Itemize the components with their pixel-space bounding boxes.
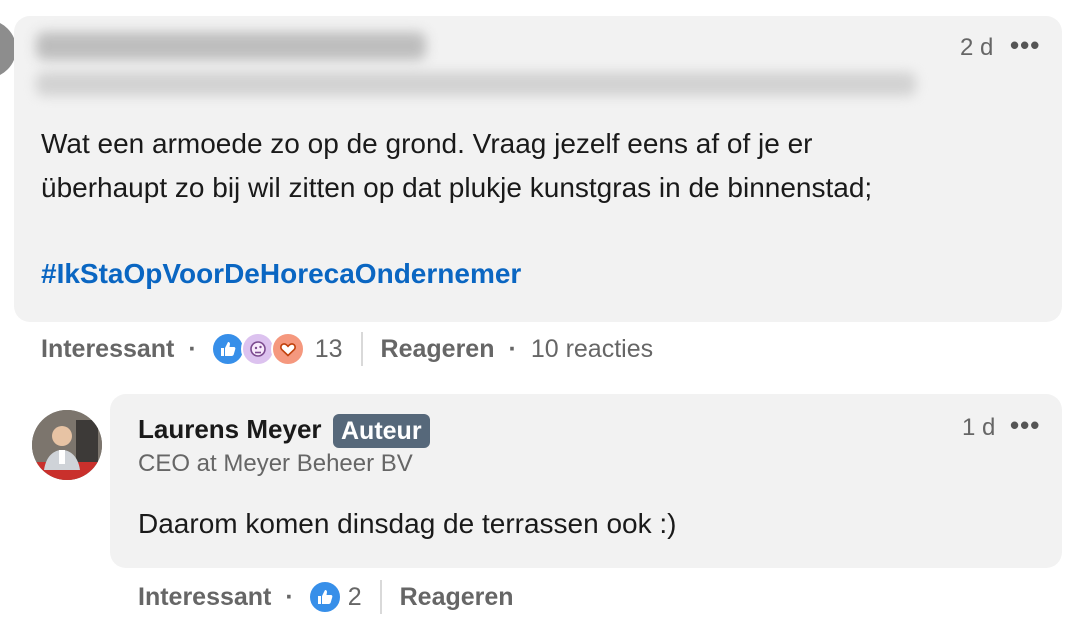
reply-timestamp: 1 d: [962, 414, 996, 441]
action-divider: [360, 332, 363, 366]
love-reaction-icon: [270, 332, 305, 366]
comment-text-line-2: überhaupt zo bij wil zitten op dat plukj…: [41, 172, 873, 203]
comment-action-bar: Interessant · 13 Reageren · 10 reacties: [41, 329, 653, 369]
separator-dot: ·: [508, 334, 517, 363]
reaction-count[interactable]: 13: [315, 335, 343, 364]
author-headline: CEO at Meyer Beheer BV: [138, 450, 413, 477]
author-name-link[interactable]: Laurens Meyer: [138, 414, 322, 445]
separator-dot: ·: [285, 582, 294, 611]
reply-text: Daarom komen dinsdag de terrassen ook :): [138, 508, 677, 539]
like-reaction-icon: [210, 332, 245, 366]
replies-count-link[interactable]: 10 reacties: [531, 335, 653, 364]
react-button[interactable]: Interessant: [41, 335, 174, 364]
reaction-count[interactable]: 2: [348, 583, 362, 612]
reactions-summary[interactable]: [307, 580, 342, 614]
more-options-icon[interactable]: •••: [1010, 30, 1040, 61]
action-divider: [379, 580, 382, 614]
separator-dot: ·: [188, 334, 197, 363]
more-options-icon[interactable]: •••: [1010, 410, 1040, 441]
comment-timestamp: 2 d: [960, 34, 994, 61]
react-button[interactable]: Interessant: [138, 583, 271, 612]
reply-button[interactable]: Reageren: [400, 583, 514, 612]
reply-button[interactable]: Reageren: [381, 335, 495, 364]
reactions-summary[interactable]: [210, 332, 305, 366]
author-avatar[interactable]: [32, 410, 102, 480]
curious-reaction-icon: [240, 332, 275, 366]
blurred-author-headline: [36, 72, 916, 96]
reply-action-bar: Interessant · 2 Reageren: [138, 577, 514, 617]
author-badge: Auteur: [333, 414, 430, 448]
blurred-author-name: [36, 32, 426, 60]
like-reaction-icon: [307, 580, 342, 614]
hashtag-link[interactable]: #IkStaOpVoorDeHorecaOndernemer: [41, 258, 521, 290]
comment-text-line-1: Wat een armoede zo op de grond. Vraag je…: [41, 128, 813, 159]
